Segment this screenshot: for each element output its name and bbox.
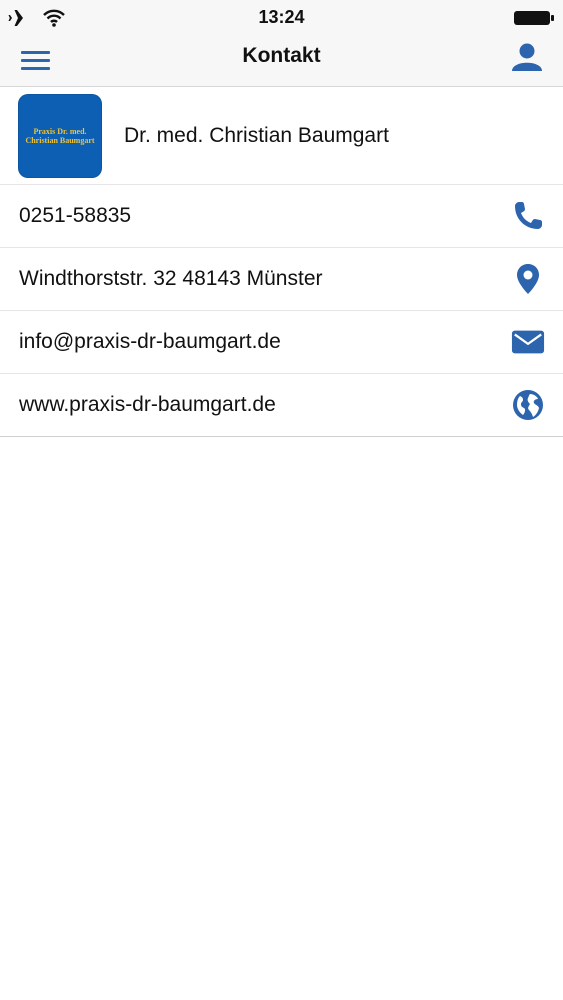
status-time: 13:24 [258, 7, 305, 27]
page-title: Kontakt [242, 44, 321, 67]
status-bar: 13:24 [0, 0, 563, 36]
contact-row-phone[interactable]: 0251-58835 [0, 185, 563, 248]
website-text: www.praxis-dr-baumgart.de [19, 393, 276, 416]
contact-row-address[interactable]: Windthorststr. 32 48143 Münster [0, 248, 563, 311]
contact-content: Praxis Dr. med. Christian Baumgart Dr. m… [0, 87, 563, 437]
map-pin-icon[interactable] [511, 262, 545, 296]
navigation-bar: Kontakt [0, 36, 563, 87]
mail-icon[interactable] [511, 325, 545, 359]
battery-icon [513, 10, 555, 31]
profile-button[interactable] [509, 40, 545, 76]
practice-logo: Praxis Dr. med. Christian Baumgart [18, 93, 102, 178]
logo-line-1: Praxis Dr. med. [33, 126, 87, 136]
phone-number: 0251-58835 [19, 204, 132, 227]
globe-icon[interactable] [511, 388, 545, 422]
profile-icon [509, 43, 545, 80]
practice-header: Praxis Dr. med. Christian Baumgart Dr. m… [0, 87, 563, 185]
contact-row-website[interactable]: www.praxis-dr-baumgart.de [0, 374, 563, 437]
email-text: info@praxis-dr-baumgart.de [19, 330, 281, 353]
address-text: Windthorststr. 32 48143 Münster [19, 267, 323, 290]
logo-line-2: Christian Baumgart [25, 135, 95, 145]
contact-row-email[interactable]: info@praxis-dr-baumgart.de [0, 311, 563, 374]
phone-icon[interactable] [511, 199, 545, 233]
practice-name: Dr. med. Christian Baumgart [124, 123, 389, 147]
